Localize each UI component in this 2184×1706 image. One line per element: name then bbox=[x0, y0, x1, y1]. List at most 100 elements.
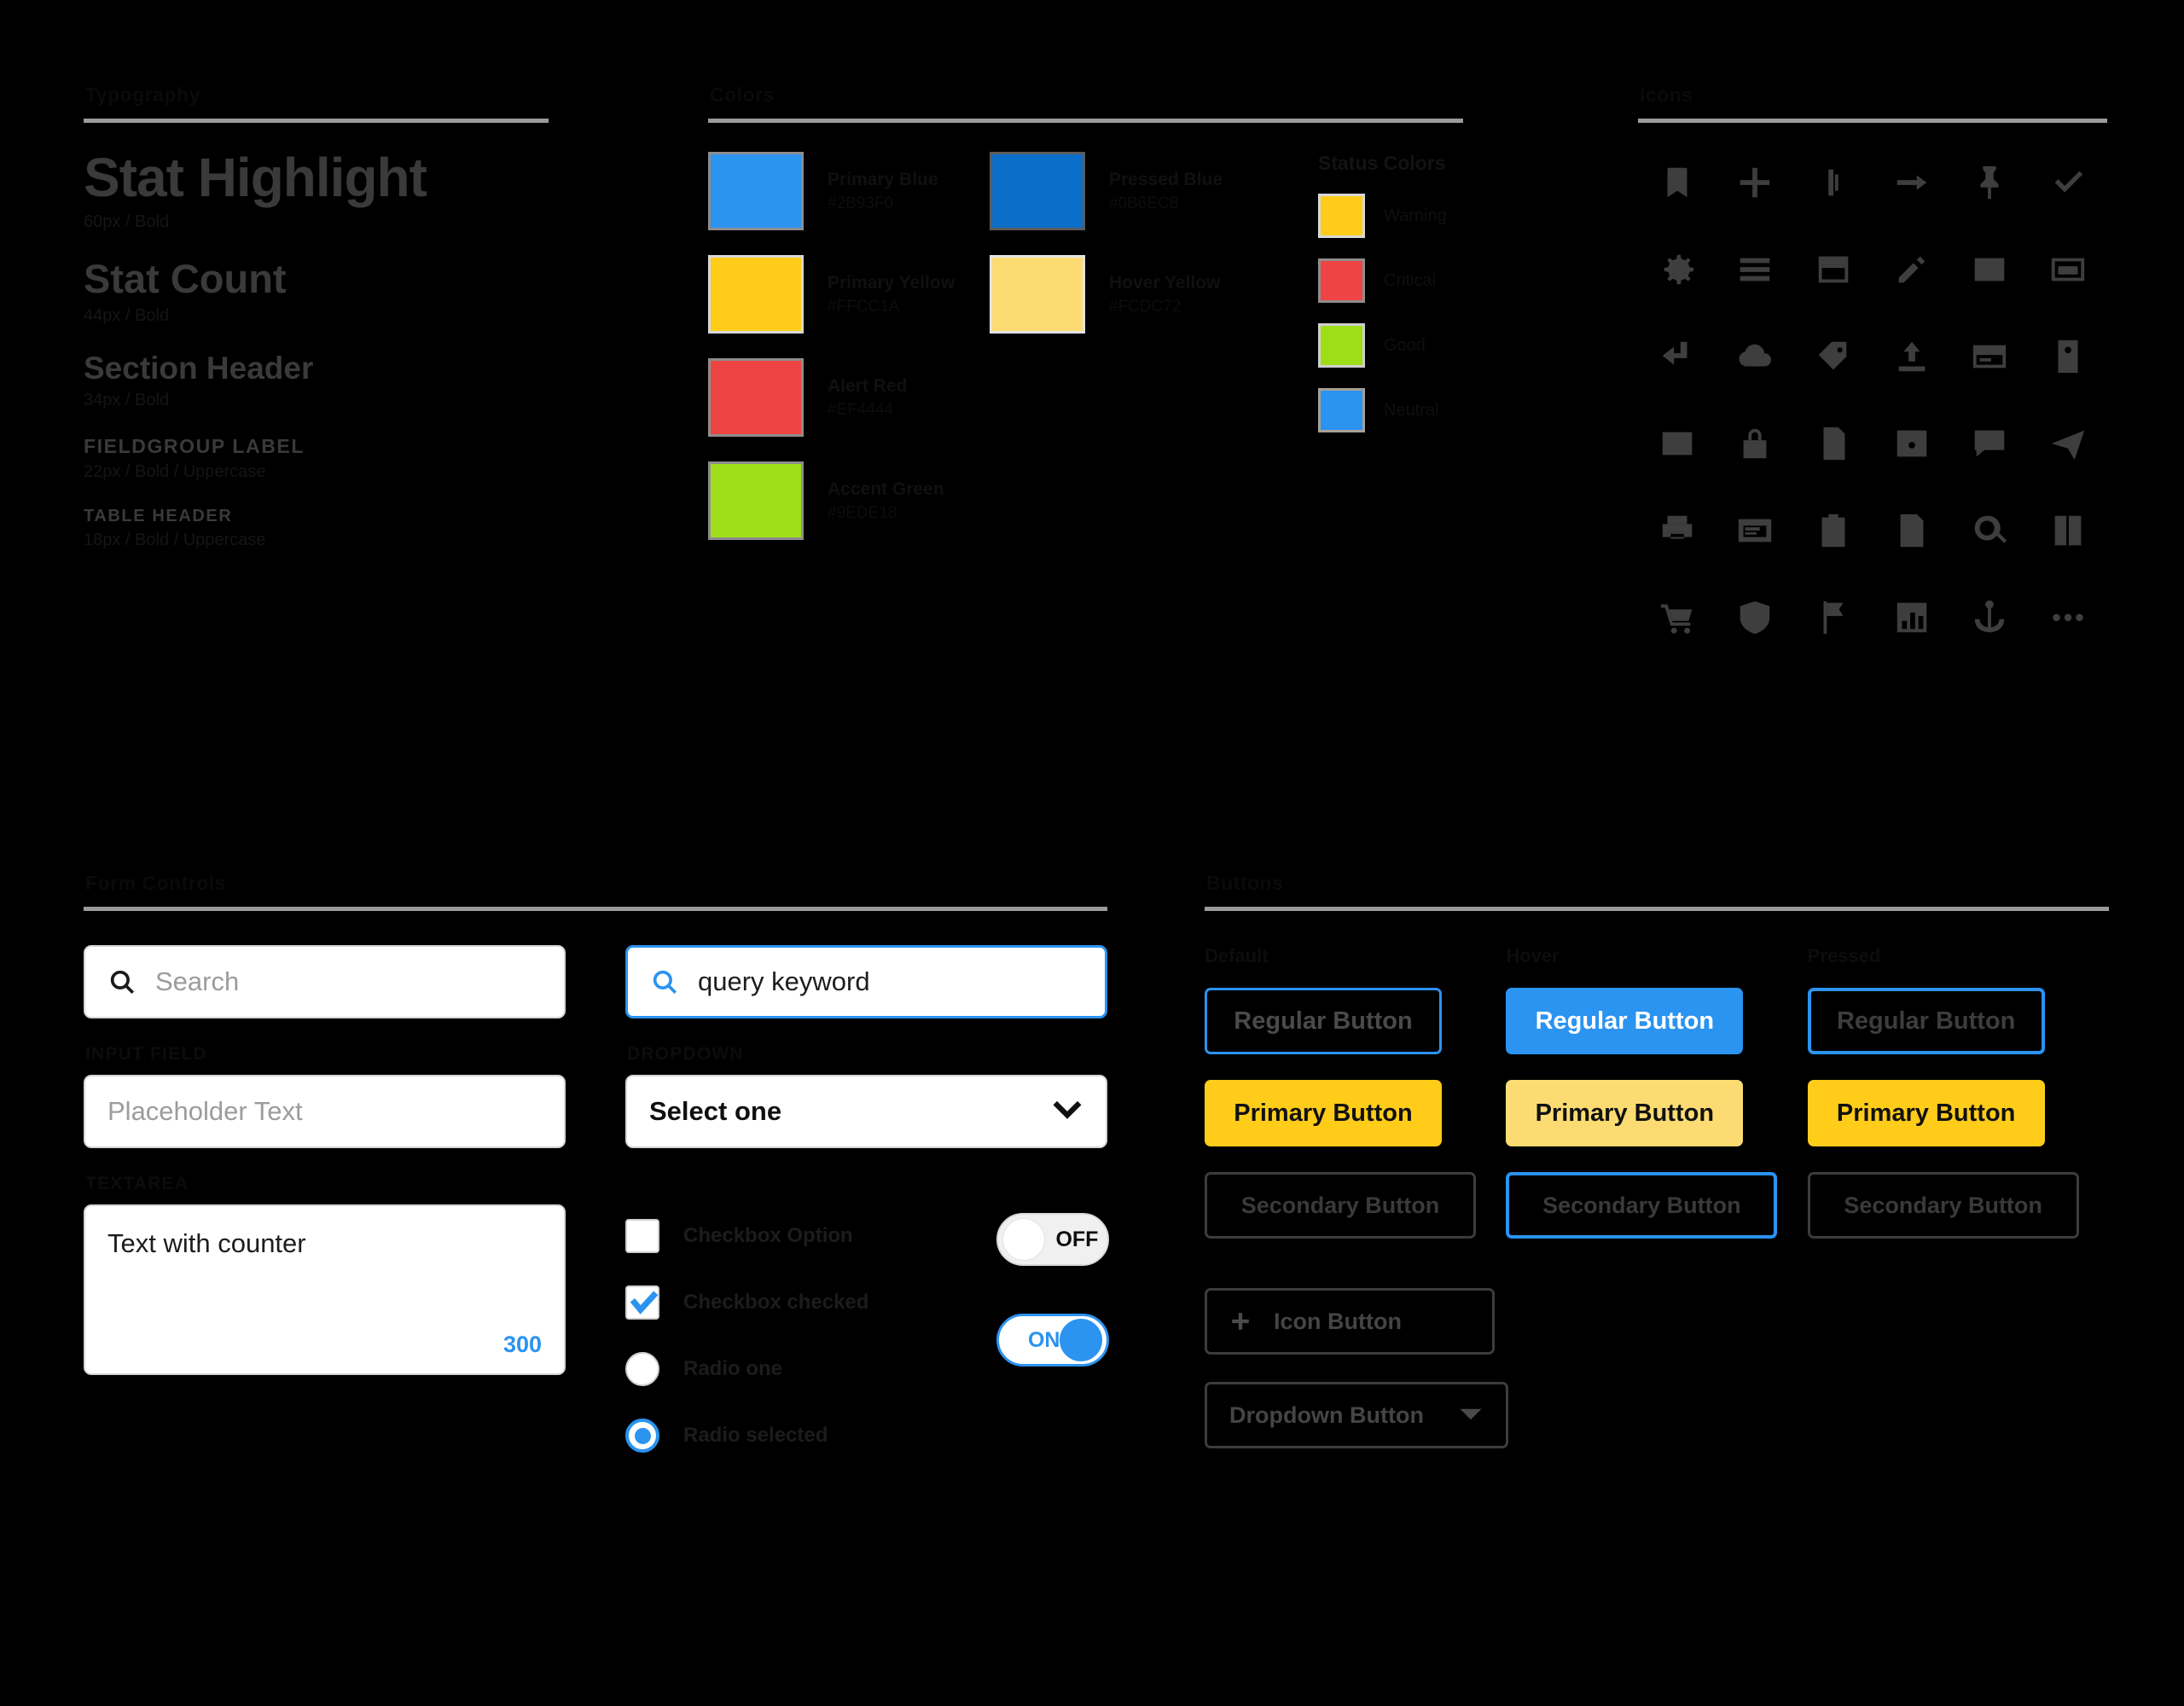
type-meta: 60px / Bold bbox=[84, 212, 170, 232]
check-icon[interactable] bbox=[2044, 159, 2092, 206]
search-input-value: query keyword bbox=[698, 966, 870, 996]
radio-row-unselected[interactable]: Radio one bbox=[625, 1336, 868, 1402]
icon-button[interactable]: Icon Button bbox=[1205, 1288, 1495, 1355]
document-icon[interactable] bbox=[1888, 507, 1936, 554]
anchor-icon[interactable] bbox=[1966, 594, 2013, 641]
color-swatch-row: Alert Red #EF4444 bbox=[708, 358, 990, 437]
comment-icon[interactable] bbox=[1966, 420, 2013, 467]
radio-row-selected[interactable]: Radio selected bbox=[625, 1402, 868, 1469]
list-icon[interactable] bbox=[1731, 246, 1779, 293]
calendar-icon[interactable] bbox=[1809, 246, 1857, 293]
regular-button-default[interactable]: Regular Button bbox=[1205, 988, 1442, 1054]
secondary-button-hover[interactable]: Secondary Button bbox=[1506, 1172, 1778, 1239]
input-field-label: INPUT FIELD bbox=[85, 1044, 207, 1064]
dropdown-label: DROPDOWN bbox=[627, 1044, 744, 1064]
arrow-down-left-icon[interactable] bbox=[1653, 333, 1701, 380]
regular-button-pressed[interactable]: Regular Button bbox=[1807, 988, 2045, 1054]
type-specimen-table-header: TABLE HEADER 18px / Bold / Uppercase bbox=[84, 506, 549, 551]
bookmark-icon[interactable] bbox=[1653, 159, 1701, 206]
send-icon[interactable] bbox=[2044, 420, 2092, 467]
toggle-knob bbox=[1002, 1218, 1046, 1261]
chart-icon[interactable] bbox=[1888, 594, 1936, 641]
search-icon[interactable] bbox=[1966, 507, 2013, 554]
shield-icon[interactable] bbox=[1731, 594, 1779, 641]
cloud-icon[interactable] bbox=[1731, 333, 1779, 380]
dropdown-button[interactable]: Dropdown Button bbox=[1205, 1382, 1508, 1448]
book-icon[interactable] bbox=[2044, 507, 2092, 554]
radio-selected-icon[interactable] bbox=[625, 1419, 659, 1453]
pin-icon[interactable] bbox=[1966, 159, 2013, 206]
radio-unselected-icon[interactable] bbox=[625, 1352, 659, 1386]
secondary-button-pressed[interactable]: Secondary Button bbox=[1807, 1172, 2079, 1239]
color-hex: #FCDC72 bbox=[1109, 297, 1182, 316]
checkbox-checked-icon[interactable] bbox=[625, 1285, 659, 1320]
type-specimen-stat-count: Stat Count 44px / Bold bbox=[84, 256, 549, 326]
extra-buttons: Icon Button Dropdown Button bbox=[1205, 1288, 2109, 1448]
checkbox-row-unchecked[interactable]: Checkbox Option bbox=[625, 1203, 868, 1269]
frame-icon[interactable] bbox=[1888, 420, 1936, 467]
filter-icon[interactable] bbox=[1809, 159, 1857, 206]
text-input[interactable]: Placeholder Text bbox=[84, 1075, 566, 1148]
textarea-input[interactable]: Text with counter 300 bbox=[84, 1204, 566, 1375]
color-swatch-row: Primary Blue #2B93F0 bbox=[708, 152, 990, 230]
phone-icon[interactable] bbox=[2044, 333, 2092, 380]
tag-icon[interactable] bbox=[1809, 333, 1857, 380]
toggle-column: OFF ON bbox=[996, 1203, 1110, 1469]
buttons-section-title: Buttons bbox=[1206, 872, 1284, 894]
lock-icon[interactable] bbox=[1731, 420, 1779, 467]
color-swatch bbox=[708, 461, 804, 540]
type-sample: Stat Count bbox=[84, 256, 287, 302]
square-icon[interactable] bbox=[1966, 246, 2013, 293]
cart-icon[interactable] bbox=[1653, 594, 1701, 641]
search-input-placeholder: Search bbox=[155, 966, 240, 996]
section-divider bbox=[708, 119, 1463, 123]
type-sample: TABLE HEADER bbox=[84, 506, 233, 525]
regular-button-hover[interactable]: Regular Button bbox=[1506, 988, 1744, 1054]
dropdown-select[interactable]: Select one bbox=[625, 1075, 1107, 1148]
search-input-focused[interactable]: query keyword bbox=[625, 945, 1107, 1018]
dropdown-button-label: Dropdown Button bbox=[1229, 1401, 1424, 1428]
card-icon[interactable] bbox=[1966, 333, 2013, 380]
radio-label: Radio selected bbox=[683, 1424, 828, 1447]
checkbox-label: Checkbox Option bbox=[683, 1224, 853, 1247]
type-specimen-fieldgroup-label: FIELDGROUP LABEL 22px / Bold / Uppercase bbox=[84, 435, 549, 482]
primary-button-pressed[interactable]: Primary Button bbox=[1807, 1080, 2045, 1146]
print-icon[interactable] bbox=[1653, 507, 1701, 554]
color-hex: #2B93F0 bbox=[828, 194, 894, 212]
status-name: Neutral bbox=[1384, 400, 1439, 420]
upload-icon[interactable] bbox=[1888, 333, 1936, 380]
arrow-right-icon[interactable] bbox=[1888, 159, 1936, 206]
plus-icon[interactable] bbox=[1731, 159, 1779, 206]
status-swatch bbox=[1318, 323, 1365, 368]
toggle-off[interactable]: OFF bbox=[996, 1213, 1110, 1266]
window-icon[interactable] bbox=[2044, 246, 2092, 293]
more-icon[interactable] bbox=[2044, 594, 2092, 641]
checkbox-unchecked-icon[interactable] bbox=[625, 1219, 659, 1253]
secondary-button-default[interactable]: Secondary Button bbox=[1205, 1172, 1476, 1239]
flag-icon[interactable] bbox=[1809, 594, 1857, 641]
primary-button-hover[interactable]: Primary Button bbox=[1506, 1080, 1744, 1146]
colors-section-title: Colors bbox=[710, 84, 775, 106]
color-swatch bbox=[708, 152, 804, 230]
clipboard-icon[interactable] bbox=[1809, 507, 1857, 554]
colors-section: Colors Primary Blue #2B93F0 Primary Yell… bbox=[708, 84, 1463, 565]
plus-icon bbox=[1229, 1310, 1252, 1332]
image-icon[interactable] bbox=[1653, 420, 1701, 467]
status-color-row: Warning bbox=[1318, 194, 1463, 238]
toggle-off-label: OFF bbox=[1055, 1227, 1099, 1251]
button-column-hover: Hover Regular Button Primary Button Seco… bbox=[1506, 945, 1807, 1239]
gear-icon[interactable] bbox=[1653, 246, 1701, 293]
primary-button-default[interactable]: Primary Button bbox=[1205, 1080, 1442, 1146]
color-name: Primary Yellow bbox=[828, 272, 956, 293]
status-colors-title: Status Colors bbox=[1318, 152, 1446, 174]
pencil-icon[interactable] bbox=[1888, 246, 1936, 293]
toggle-on[interactable]: ON bbox=[996, 1314, 1110, 1367]
color-swatch bbox=[708, 255, 804, 334]
checkbox-row-checked[interactable]: Checkbox checked bbox=[625, 1269, 868, 1336]
type-specimen-section-header: Section Header 34px / Bold bbox=[84, 351, 549, 410]
type-sample: Section Header bbox=[84, 350, 314, 386]
file-icon[interactable] bbox=[1809, 420, 1857, 467]
form-icon[interactable] bbox=[1731, 507, 1779, 554]
search-input[interactable]: Search bbox=[84, 945, 566, 1018]
form-controls-section-title: Form Controls bbox=[85, 872, 226, 894]
